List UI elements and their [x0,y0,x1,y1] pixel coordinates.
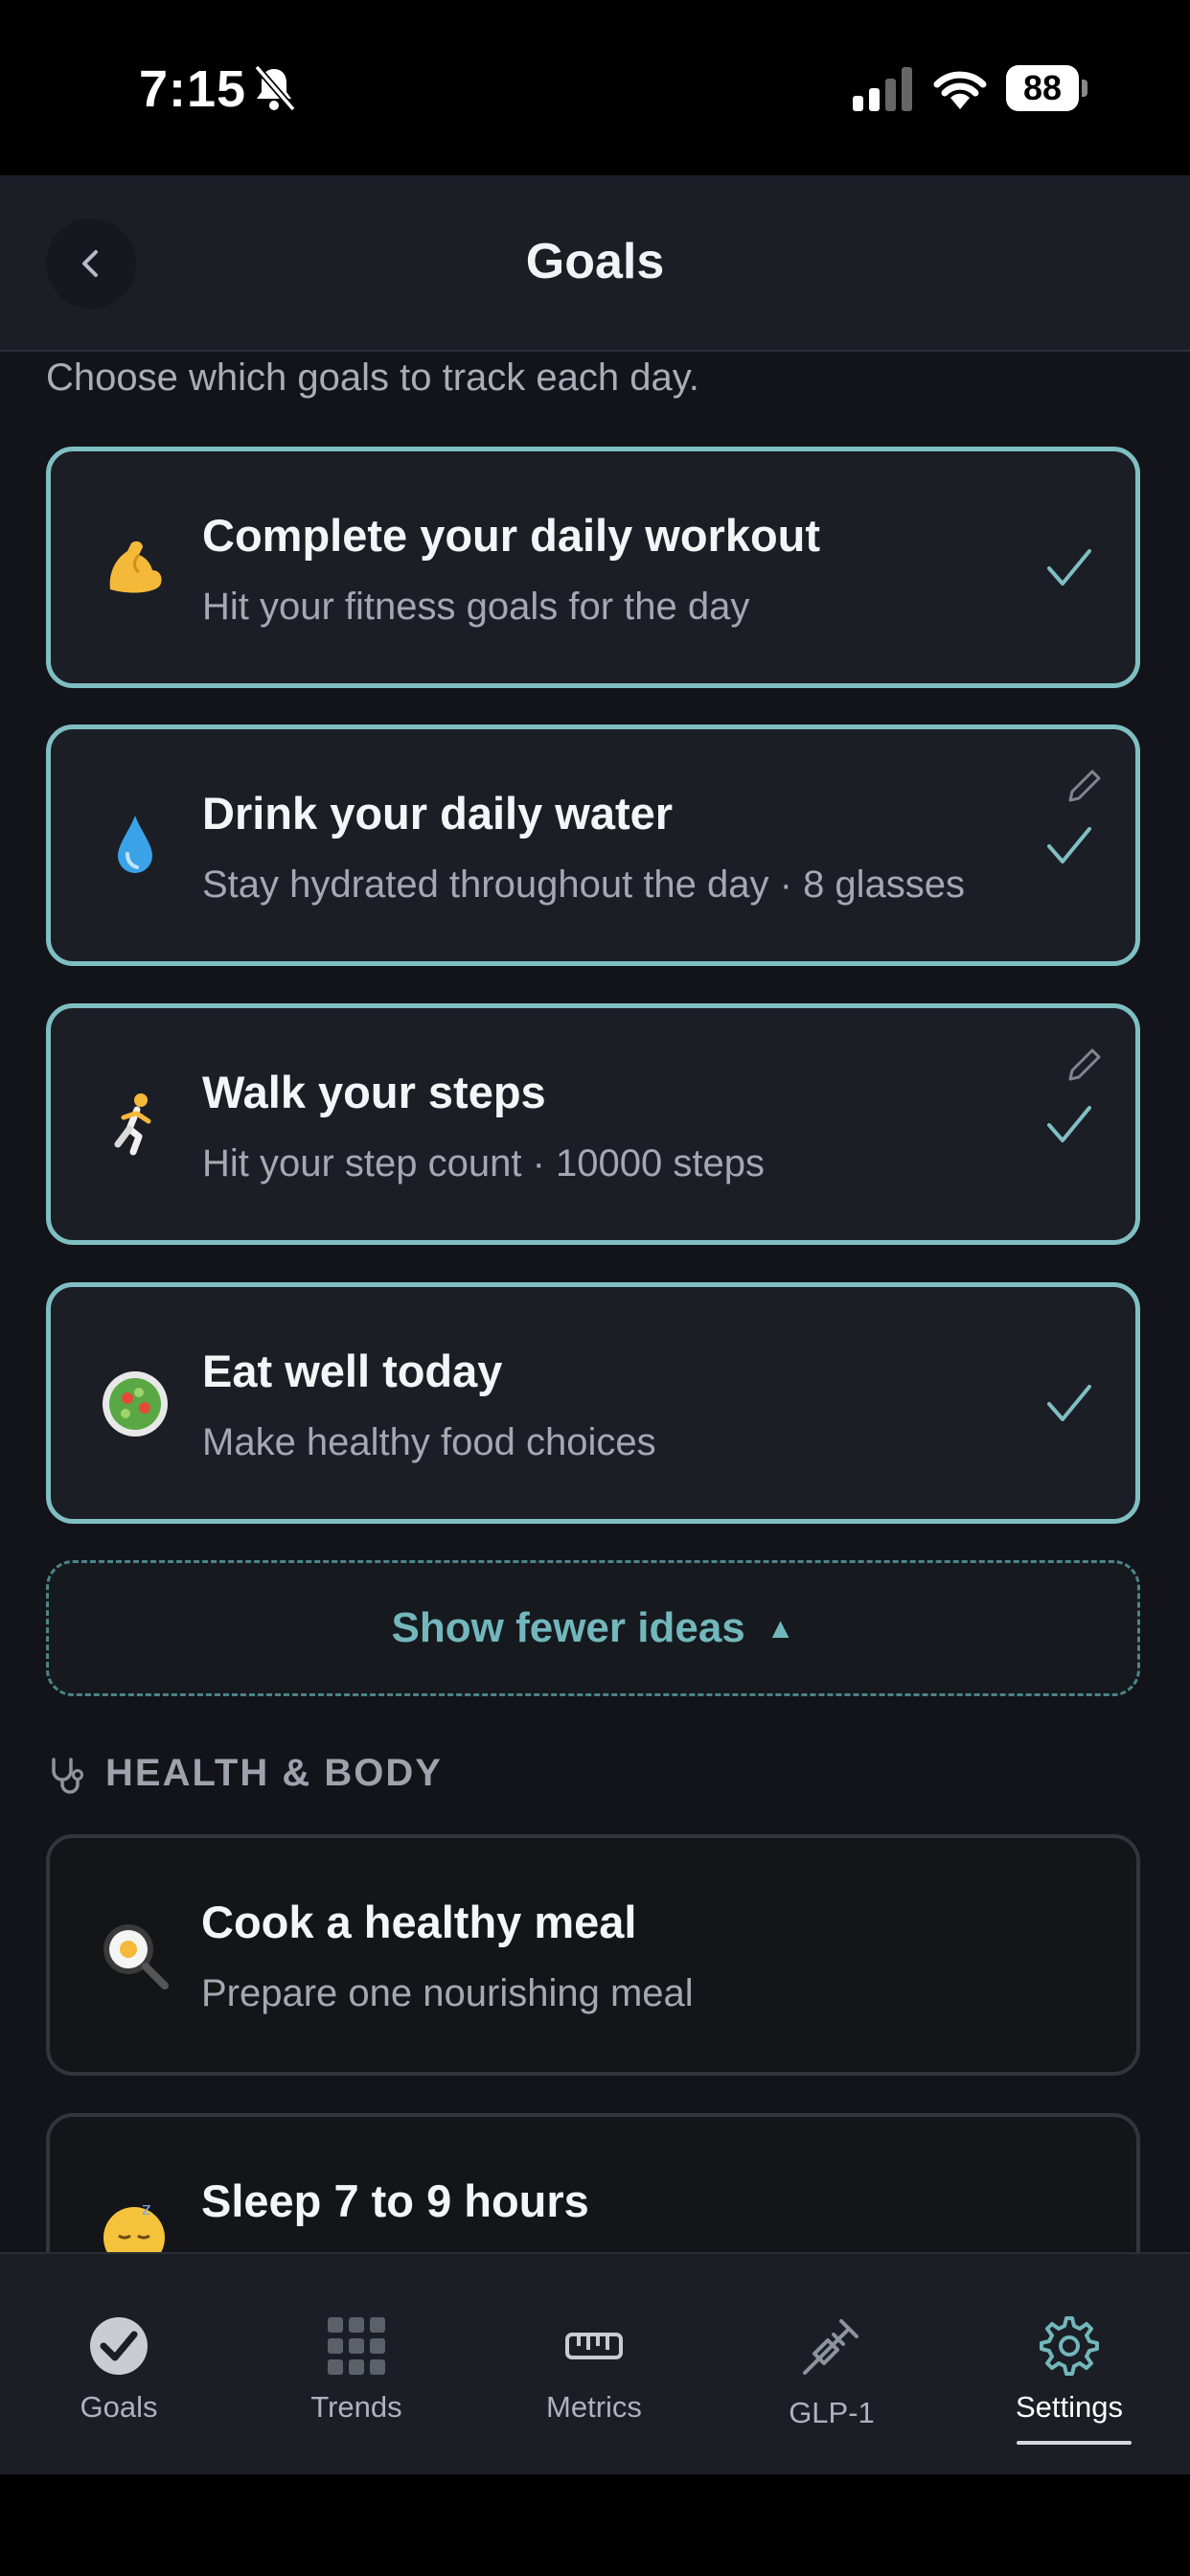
tab-label: GLP-1 [789,2396,875,2429]
goal-card-steps[interactable]: Walk your steps Hit your step count · 10… [46,1003,1140,1245]
goal-title: Sleep 7 to 9 hours [201,2175,589,2226]
goals-check-icon [90,2317,148,2375]
nav-header: Goals [0,175,1190,352]
tab-metrics[interactable]: Metrics [475,2254,713,2476]
home-indicator [1017,2441,1132,2445]
goal-title: Cook a healthy meal [201,1897,637,1947]
tab-label: Goals [80,2390,158,2424]
bottom-bezel [0,2474,1190,2576]
section-title: HEALTH & BODY [105,1752,443,1794]
battery-level: 88 [1006,65,1079,111]
show-fewer-label: Show fewer ideas [391,1604,745,1651]
person-running-icon [114,1093,151,1156]
bell-muted-icon [254,64,296,112]
goal-description: Stay hydrated throughout the day · 8 gla… [202,863,966,906]
grid-icon [328,2317,385,2375]
goal-title: Eat well today [202,1346,503,1396]
bottom-tab-bar: Goals Trends Metrics GLP-1 Settings [0,2252,1190,2476]
goal-card-workout[interactable]: Complete your daily workout Hit your fit… [46,447,1140,688]
syringe-icon [803,2319,858,2375]
ruler-icon [565,2333,623,2359]
tab-label: Trends [310,2390,402,2424]
page-subtitle: Choose which goals to track each day. [46,356,699,399]
tab-glp1[interactable]: GLP-1 [713,2254,950,2476]
status-bar: 7:15 88 [0,0,1190,175]
flexed-biceps-icon [109,540,162,593]
tab-goals[interactable]: Goals [0,2254,238,2476]
svg-text:z: z [142,2199,150,2220]
status-time: 7:15 [139,60,247,118]
droplet-icon [118,816,152,873]
caret-up-icon: ▲ [766,1613,795,1644]
pencil-edit-icon[interactable] [1064,766,1105,806]
checkmark-icon [1047,1106,1091,1142]
goal-title: Drink your daily water [202,788,674,839]
pencil-edit-icon[interactable] [1064,1045,1105,1085]
goal-card-eat-well[interactable]: Eat well today Make healthy food choices [46,1282,1140,1524]
checkmark-icon [1047,1385,1091,1421]
stethoscope-icon [52,1758,83,1794]
checkmark-icon [1047,549,1091,586]
goal-description: Hit your step count · 10000 steps [202,1142,765,1184]
goal-description: Hit your fitness goals for the day [202,586,750,628]
goal-description: Prepare one nourishing meal [201,1972,694,2014]
goal-title: Complete your daily workout [202,510,821,561]
checkmark-icon [1047,827,1091,863]
show-fewer-ideas-button[interactable]: Show fewer ideas ▲ [46,1560,1140,1696]
green-salad-icon [103,1371,168,1437]
page-title: Goals [525,234,665,289]
gear-icon [1040,2316,1099,2376]
goal-description: Make healthy food choices [202,1421,656,1463]
wifi-icon [933,71,987,109]
goal-card-cook-meal[interactable]: Cook a healthy meal Prepare one nourishi… [46,1834,1140,2076]
tab-label: Metrics [546,2390,642,2424]
cellular-signal-icon [853,67,912,111]
cooking-pan-icon [103,1924,169,1990]
battery-indicator: 88 [1006,65,1087,111]
goal-card-water[interactable]: Drink your daily water Stay hydrated thr… [46,724,1140,966]
goal-title: Walk your steps [202,1067,546,1117]
tab-label: Settings [1015,2390,1123,2424]
tab-trends[interactable]: Trends [238,2254,475,2476]
